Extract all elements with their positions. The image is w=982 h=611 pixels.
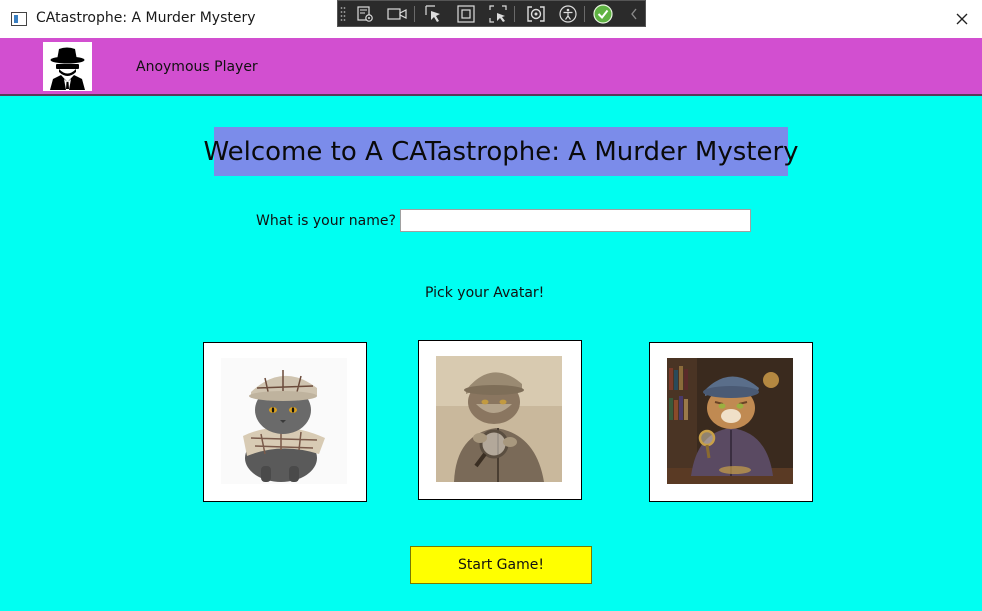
cat-plaid-deerstalker-avatar xyxy=(221,358,347,484)
drag-handle-icon[interactable] xyxy=(339,5,347,23)
toolbar-separator xyxy=(514,6,515,22)
player-name-label: Anoymous Player xyxy=(136,59,258,75)
app-window: CAtastrophe: A Murder Mystery Anoymous P… xyxy=(0,0,982,611)
record-icon[interactable] xyxy=(387,5,407,23)
avatar-option-3[interactable] xyxy=(649,342,813,502)
name-label: What is your name? xyxy=(256,213,396,229)
pick-avatar-label: Pick your Avatar! xyxy=(425,285,545,301)
track-focus-icon[interactable] xyxy=(488,5,508,23)
app-icon xyxy=(11,11,27,26)
welcome-title: Welcome to A CATastrophe: A Murder Myste… xyxy=(203,127,799,176)
window-title: CAtastrophe: A Murder Mystery xyxy=(36,10,256,26)
cat-magnifying-glass-avatar xyxy=(436,356,562,482)
cat-detective-library-avatar xyxy=(667,358,793,484)
avatar-option-2[interactable] xyxy=(418,340,582,500)
live-visual-tree-icon[interactable] xyxy=(355,5,375,23)
name-input[interactable] xyxy=(400,209,751,232)
accessibility-icon[interactable] xyxy=(558,5,578,23)
display-layout-adorners-icon[interactable] xyxy=(456,5,476,23)
start-game-button[interactable]: Start Game! xyxy=(410,546,592,584)
avatar-option-1[interactable] xyxy=(203,342,367,502)
binding-failures-icon[interactable] xyxy=(526,5,546,23)
spy-detective-icon xyxy=(43,42,92,91)
checkmark-icon[interactable] xyxy=(593,4,613,24)
player-header: Anoymous Player xyxy=(0,38,982,96)
debug-toolbar xyxy=(337,0,646,27)
select-element-icon[interactable] xyxy=(424,5,444,23)
toolbar-separator xyxy=(584,6,585,22)
close-button[interactable] xyxy=(942,0,982,38)
close-icon xyxy=(956,13,968,25)
collapse-chevron-icon[interactable] xyxy=(624,5,644,23)
toolbar-separator xyxy=(414,6,415,22)
